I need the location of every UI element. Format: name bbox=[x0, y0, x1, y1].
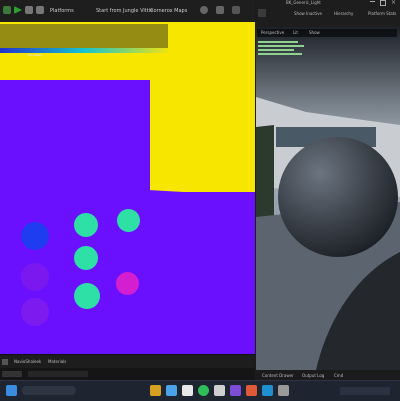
os-taskbar bbox=[0, 380, 400, 401]
app-icon[interactable] bbox=[182, 385, 193, 396]
start-icon[interactable] bbox=[6, 385, 17, 396]
view-mode-button[interactable]: Perspective bbox=[261, 30, 284, 35]
more-icon[interactable] bbox=[232, 6, 240, 14]
search-box[interactable] bbox=[22, 386, 76, 395]
search-input[interactable] bbox=[28, 371, 88, 377]
play-icon[interactable] bbox=[14, 6, 22, 14]
platforms-button[interactable]: Platforms bbox=[50, 5, 74, 17]
hierarchy-button[interactable]: Hierarchy bbox=[334, 11, 353, 16]
preview-header: BK_Generic_Light Show Inactive Hierarchy… bbox=[256, 0, 400, 27]
settings-icon[interactable] bbox=[200, 6, 208, 14]
platform-stats-button[interactable]: Platform Stats bbox=[368, 11, 396, 16]
sphere-cyan bbox=[74, 283, 100, 309]
sphere-faint bbox=[21, 263, 49, 291]
app-icon[interactable] bbox=[214, 385, 225, 396]
panel-title: BK_Generic_Light bbox=[286, 0, 321, 5]
show-inactive-button[interactable]: Show Inactive bbox=[294, 11, 322, 16]
cmd-button[interactable]: Cmd bbox=[334, 373, 343, 378]
path-segment[interactable]: Materials bbox=[48, 359, 66, 364]
color-legend bbox=[0, 48, 168, 53]
sphere-blue bbox=[21, 222, 49, 250]
status-item[interactable] bbox=[2, 371, 22, 377]
maximize-icon[interactable] bbox=[380, 0, 386, 6]
app-icon[interactable] bbox=[150, 385, 161, 396]
stop-icon[interactable] bbox=[36, 6, 44, 14]
close-icon[interactable]: × bbox=[391, 0, 396, 6]
preview-toolbar: Perspective Lit Show bbox=[257, 29, 397, 37]
app-icon[interactable] bbox=[278, 385, 289, 396]
legend-label: Buy Base bbox=[28, 53, 42, 57]
app-icon[interactable] bbox=[246, 385, 257, 396]
build-icon[interactable] bbox=[216, 6, 224, 14]
app-icon[interactable] bbox=[230, 385, 241, 396]
pause-icon[interactable] bbox=[25, 6, 33, 14]
status-bar bbox=[0, 368, 255, 380]
preview-scene bbox=[256, 27, 400, 370]
sphere-cyan bbox=[74, 246, 98, 270]
app-icon[interactable] bbox=[262, 385, 273, 396]
sphere-magenta bbox=[116, 272, 139, 295]
start-button[interactable]: Start from Jungle Vittie bbox=[96, 5, 153, 17]
main-viewport[interactable]: Buy Base bbox=[0, 22, 255, 354]
window-icon[interactable] bbox=[258, 9, 266, 17]
right-bottom-bar: Content Drawer Output Log Cmd bbox=[256, 370, 400, 380]
app-icon[interactable] bbox=[198, 385, 209, 396]
path-segment[interactable]: NavioShaleek bbox=[14, 359, 41, 364]
preview-viewport[interactable]: Perspective Lit Show bbox=[256, 27, 400, 370]
content-drawer-button[interactable]: Content Drawer bbox=[262, 373, 294, 378]
output-log-button[interactable]: Output Log bbox=[302, 373, 324, 378]
stats-text bbox=[258, 39, 308, 61]
system-tray[interactable] bbox=[340, 387, 390, 395]
sphere-cyan bbox=[74, 213, 98, 237]
sphere-cyan bbox=[117, 209, 140, 232]
show-button[interactable]: Show bbox=[309, 30, 320, 35]
content-browser-bar: NavioShaleek Materials bbox=[0, 354, 255, 369]
minimize-icon[interactable] bbox=[370, 1, 375, 2]
editor-toolbar: Platforms Start from Jungle Vittie Corne… bbox=[0, 0, 255, 23]
maps-button[interactable]: Cornerox Maps bbox=[150, 5, 187, 17]
folder-icon[interactable] bbox=[2, 359, 8, 365]
save-icon[interactable] bbox=[3, 6, 11, 14]
window-controls[interactable]: × bbox=[366, 0, 400, 6]
sphere-faint bbox=[21, 298, 49, 326]
lit-button[interactable]: Lit bbox=[293, 30, 298, 35]
app-icon[interactable] bbox=[166, 385, 177, 396]
